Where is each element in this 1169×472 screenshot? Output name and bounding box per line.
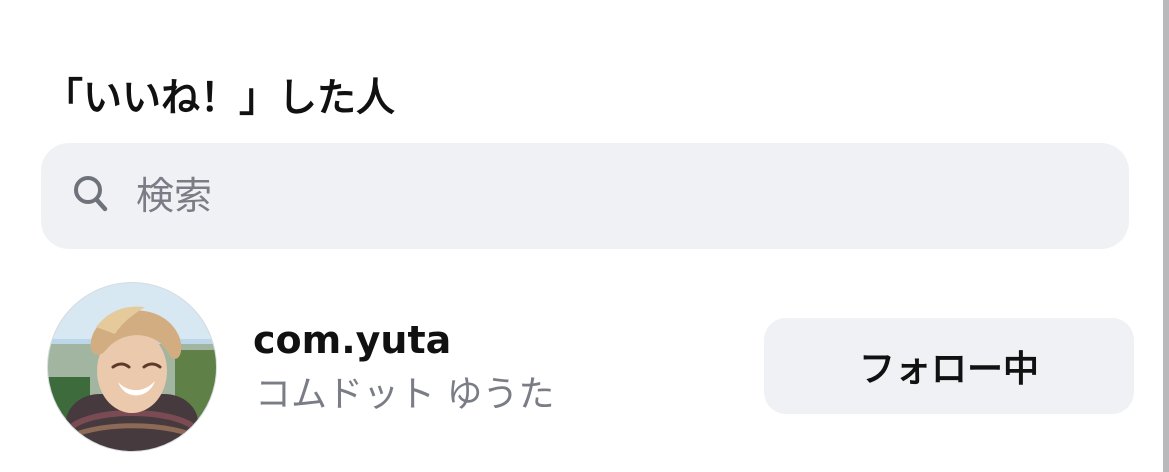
avatar[interactable] [47, 282, 217, 452]
following-button[interactable]: フォロー中 [764, 318, 1134, 414]
username[interactable]: com.yuta [253, 316, 451, 364]
scrollbar[interactable] [1163, 0, 1169, 472]
likes-page: 「いいね！」した人 検索 com.yuta コムドット ゆうた フォロー中 [0, 0, 1169, 472]
search-input[interactable] [128, 163, 1096, 229]
display-name: コムドット ゆうた [255, 374, 555, 415]
list-item[interactable]: com.yuta コムドット ゆうた フォロー中 [0, 270, 1160, 460]
page-title: 「いいね！」した人 [44, 76, 396, 122]
search-icon [71, 173, 111, 217]
